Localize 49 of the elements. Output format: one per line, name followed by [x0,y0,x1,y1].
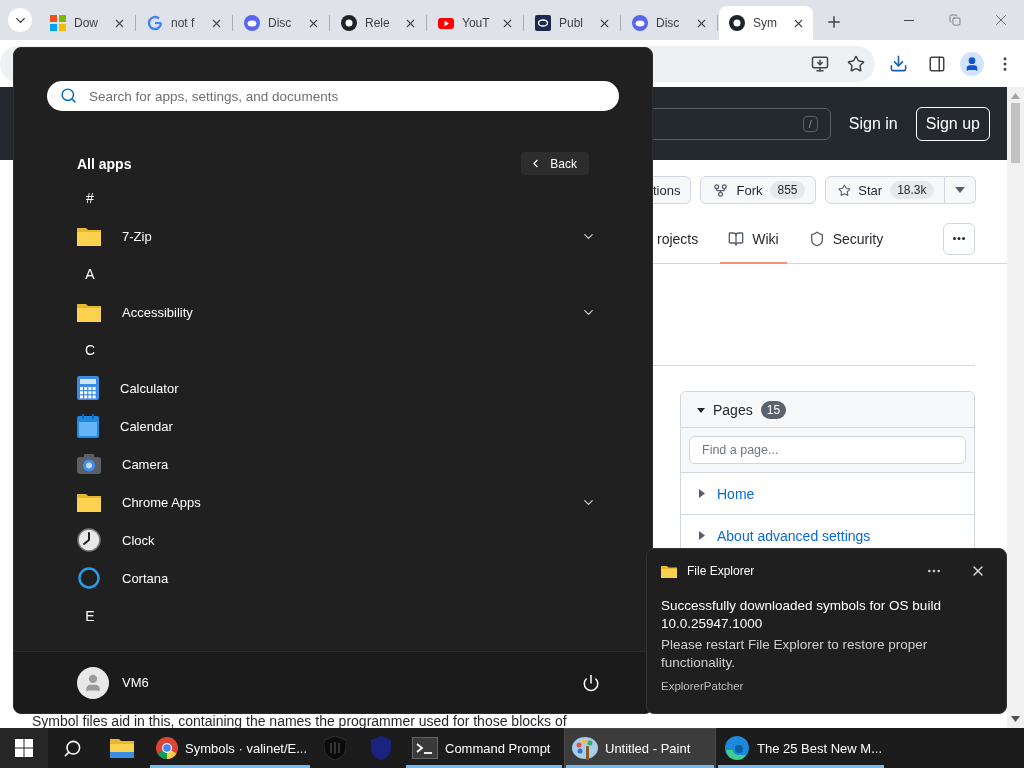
browser-tab[interactable]: YouT [428,6,522,40]
taskbar-button[interactable]: Symbols · valinet/E... [148,728,312,768]
app-item[interactable]: Camera [14,445,652,483]
notification-title: Successfully downloaded symbols for OS build 10.0.25947.1000 [661,597,942,633]
notification-source: ExplorerPatcher [661,680,745,692]
app-folder-item[interactable]: Accessibility [14,293,652,331]
browser-tab[interactable]: Disc [622,6,716,40]
user-name[interactable]: VM6 [122,675,149,690]
repo-nav-tab[interactable]: Wiki [724,214,783,263]
taskbar-button[interactable]: Untitled - Paint [564,728,716,768]
app-item[interactable]: Calendar [14,407,652,445]
taskbar-button[interactable]: Command Prompt [404,728,564,768]
paragraph: Symbol files aid in this, containing the names the programmer used for those blocks of [32,714,568,728]
letter-header[interactable]: E [77,608,103,624]
star-button[interactable]: Star 18.3k [824,176,945,204]
app-folder-item[interactable]: 7-Zip [14,217,652,255]
fork-button[interactable]: Fork 855 [700,176,816,204]
browser-tab[interactable]: Rele [331,6,425,40]
app-item[interactable]: Clock [14,521,652,559]
app-item[interactable]: Calculator [14,369,652,407]
app-item[interactable]: Cortana [14,559,652,597]
letter-header[interactable]: C [77,342,103,358]
taskbar-button[interactable]: The 25 Best New M... [716,728,886,768]
fork-count: 855 [770,181,805,199]
repo-nav-tab[interactable]: Security [804,214,888,263]
browser-tab[interactable]: Dow [40,6,134,40]
letter-header[interactable]: # [77,190,103,206]
repo-nav-tab[interactable]: rojects [653,214,703,263]
start-search-field[interactable]: Search for apps, settings, and documents [47,81,619,111]
back-button[interactable]: Back [521,152,589,175]
page-link[interactable]: Home [717,485,755,502]
browser-tab[interactable]: Publ [525,6,619,40]
app-folder-item[interactable]: Chrome Apps [14,483,652,521]
repo-action-button[interactable]: tions [653,176,692,204]
notification-app-name: File Explorer [687,564,756,578]
all-apps-heading: All apps [77,155,132,172]
notification-message: Please restart File Explorer to restore proper functionality. [661,636,929,672]
shortcut-key: / [802,115,818,132]
letter-header[interactable]: A [77,266,103,282]
sign-in-link[interactable]: Sign in [848,114,898,133]
page-link[interactable]: About advanced settings [717,527,871,544]
star-count: 18.3k [890,181,934,199]
browser-tab[interactable]: not f [137,6,231,40]
browser-tab[interactable]: Disc [234,6,328,40]
page-count: 15 [760,400,787,419]
find-page-field[interactable]: Find a page... [689,436,966,464]
browser-tab[interactable]: Sym [719,6,813,40]
sign-up-button[interactable]: Sign up [915,106,990,141]
pages-header[interactable]: Pages 15 [681,392,974,428]
